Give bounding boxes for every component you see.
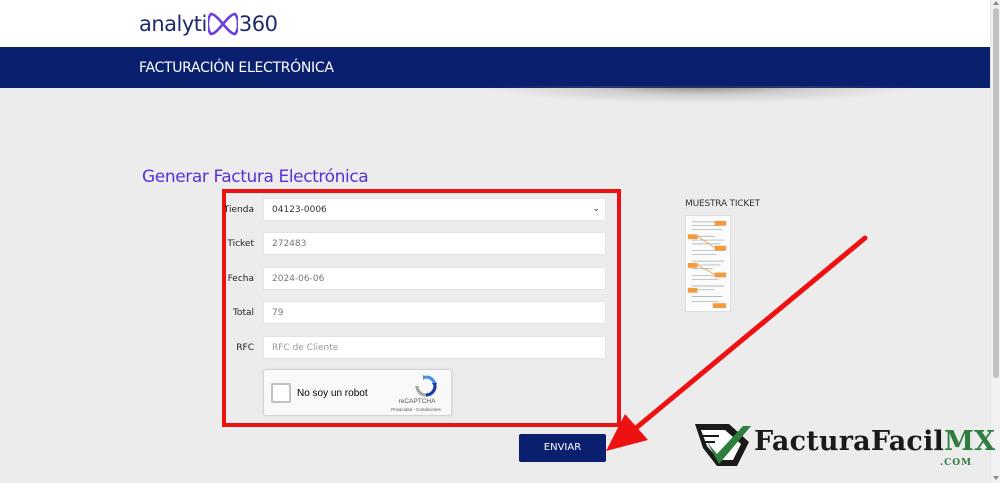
recaptcha-label: No soy un robot xyxy=(297,388,368,399)
analyti360-logo[interactable]: analyti 360 xyxy=(139,9,278,39)
recaptcha-links[interactable]: Privacidad - Condiciones xyxy=(380,407,452,412)
recaptcha-checkbox[interactable] xyxy=(271,383,291,403)
sample-ticket-image[interactable] xyxy=(685,215,731,312)
scroll-thumb[interactable] xyxy=(993,8,999,378)
sample-ticket-title: MUESTRA TICKET xyxy=(685,199,760,209)
submit-button[interactable]: ENVIAR xyxy=(519,434,606,462)
top-bar: analyti 360 xyxy=(0,0,990,47)
watermark-brand: FacturaFacilMX xyxy=(754,426,995,457)
total-input[interactable]: 79 xyxy=(263,301,606,324)
scroll-up-icon[interactable] xyxy=(993,1,999,5)
store-select-value: 04123-0006 xyxy=(272,205,327,215)
date-input[interactable]: 2024-06-06 xyxy=(263,267,606,290)
watermark-domain: .COM xyxy=(940,458,973,468)
ticket-label: Ticket xyxy=(227,239,254,249)
rfc-input[interactable]: RFC de Cliente xyxy=(263,336,606,359)
chevron-down-icon: ⌄ xyxy=(592,204,600,214)
page-title: Generar Factura Electrónica xyxy=(142,167,369,187)
nav-shadow xyxy=(480,86,920,104)
logo-text-left: analyti xyxy=(139,12,207,36)
vertical-scrollbar[interactable] xyxy=(990,0,1000,483)
logo-text-right: 360 xyxy=(238,12,278,36)
store-select[interactable]: 04123-0006 ⌄ xyxy=(263,198,606,221)
infinity-logo-icon xyxy=(207,12,238,36)
ticket-input[interactable]: 272483 xyxy=(263,232,606,255)
rfc-label: RFC xyxy=(236,343,254,353)
nav-bar: FACTURACIÓN ELECTRÓNICA xyxy=(0,47,990,88)
scroll-down-icon[interactable] xyxy=(993,476,999,480)
recaptcha-widget: No soy un robot reCAPTCHA Privacidad - C… xyxy=(263,369,452,416)
watermark: FacturaFacilMX .COM xyxy=(693,420,995,470)
watermark-brand-mx: MX xyxy=(944,426,996,457)
recaptcha-brand: reCAPTCHA xyxy=(398,398,436,405)
date-label: Fecha xyxy=(227,274,254,284)
watermark-check-icon xyxy=(695,424,751,466)
store-label: Tienda xyxy=(223,205,254,215)
nav-title: FACTURACIÓN ELECTRÓNICA xyxy=(139,60,334,76)
total-label: Total xyxy=(232,308,254,318)
recaptcha-icon xyxy=(415,375,437,397)
watermark-brand-main: FacturaFacil xyxy=(754,426,944,457)
